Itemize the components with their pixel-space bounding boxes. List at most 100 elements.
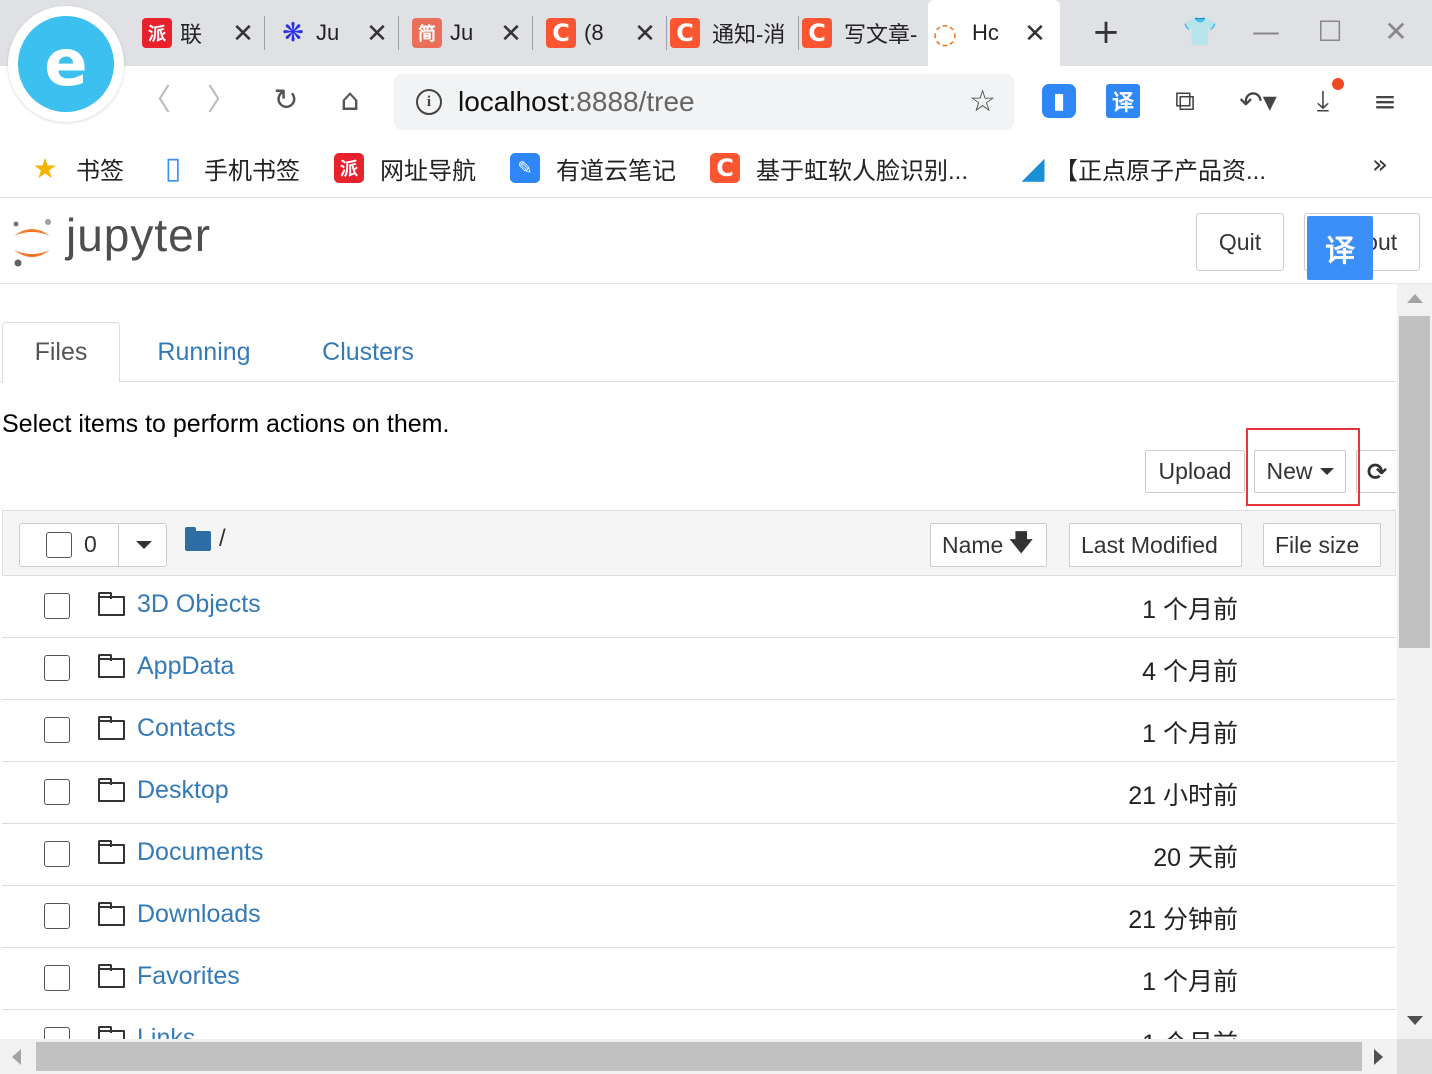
- sort-name-label: Name: [942, 531, 1004, 558]
- browser-tab[interactable]: 派 联 ✕: [142, 8, 254, 58]
- row-checkbox[interactable]: [44, 593, 70, 619]
- baidu-paw-icon: ❋: [282, 18, 304, 48]
- item-name-link[interactable]: Desktop: [137, 776, 229, 805]
- browser-tab[interactable]: ❋ Ju ✕: [278, 8, 388, 58]
- back-button[interactable]: 〈: [136, 82, 176, 122]
- reload-button[interactable]: ↻: [266, 82, 306, 122]
- bookmark-item[interactable]: 派 网址导航: [334, 150, 476, 186]
- scroll-down-arrow[interactable]: [1407, 1016, 1423, 1025]
- jupyter-logo-icon[interactable]: [10, 216, 54, 268]
- row-checkbox[interactable]: [44, 655, 70, 681]
- row-checkbox[interactable]: [44, 779, 70, 805]
- table-row[interactable]: Desktop 21 小时前: [2, 762, 1396, 824]
- bookmark-item[interactable]: ✎ 有道云笔记: [510, 150, 676, 186]
- jupyter-logo-text[interactable]: jupyter: [66, 208, 211, 262]
- table-row[interactable]: Links 1 个月前: [2, 1010, 1396, 1039]
- info-icon[interactable]: i: [416, 89, 442, 115]
- table-row[interactable]: Contacts 1 个月前: [2, 700, 1396, 762]
- undo-closed-tab-icon[interactable]: ↶▾: [1234, 84, 1282, 118]
- browser-tab-active[interactable]: ◌ Hc ✕: [928, 0, 1060, 66]
- quit-button[interactable]: Quit: [1196, 213, 1284, 271]
- csdn-icon: C: [710, 153, 740, 183]
- browser-tab[interactable]: C 通知-消: [670, 8, 796, 58]
- row-checkbox[interactable]: [44, 841, 70, 867]
- folder-icon: [98, 654, 125, 678]
- skin-icon[interactable]: 👕: [1178, 12, 1222, 54]
- row-checkbox[interactable]: [44, 1027, 70, 1039]
- scroll-right-arrow[interactable]: [1374, 1049, 1383, 1065]
- bookmark-item[interactable]: C 基于虹软人脸识别...: [710, 150, 968, 186]
- download-icon[interactable]: ⤓: [1306, 78, 1344, 118]
- vertical-scroll-thumb[interactable]: [1399, 316, 1430, 648]
- bookmark-item[interactable]: ◢ 【正点原子产品资...: [1018, 150, 1266, 186]
- item-name-link[interactable]: Favorites: [137, 962, 240, 991]
- menu-icon[interactable]: ≡: [1368, 84, 1402, 118]
- upload-button[interactable]: Upload: [1145, 450, 1245, 493]
- extensions-puzzle-icon[interactable]: ⧉: [1168, 84, 1202, 118]
- select-all-control[interactable]: 0: [19, 523, 167, 567]
- tab-files[interactable]: Files: [2, 322, 120, 383]
- vertical-scrollbar[interactable]: [1397, 284, 1432, 1039]
- tab-clusters[interactable]: Clusters: [302, 322, 434, 383]
- browser-tab[interactable]: C (8 ✕: [546, 8, 656, 58]
- address-bar[interactable]: i localhost:8888/tree ☆: [394, 74, 1014, 130]
- row-checkbox[interactable]: [44, 965, 70, 991]
- row-checkbox[interactable]: [44, 903, 70, 929]
- item-name-link[interactable]: Contacts: [137, 714, 236, 743]
- close-icon[interactable]: ✕: [1024, 18, 1046, 49]
- scroll-left-arrow[interactable]: [12, 1049, 21, 1065]
- bookmark-item[interactable]: ▯ 手机书签: [158, 150, 300, 186]
- item-name-link[interactable]: Links: [137, 1024, 195, 1039]
- close-icon[interactable]: ✕: [232, 18, 254, 49]
- close-icon[interactable]: ✕: [366, 18, 388, 49]
- mouse-extension-icon[interactable]: ▮: [1042, 84, 1076, 118]
- row-checkbox[interactable]: [44, 717, 70, 743]
- tab-title: Hc: [972, 20, 999, 45]
- bookmark-item[interactable]: ★ 书签: [30, 150, 124, 186]
- refresh-button[interactable]: ⟳: [1356, 450, 1396, 493]
- select-all-checkbox[interactable]: [46, 532, 72, 558]
- alientek-icon: ◢: [1021, 150, 1045, 186]
- sort-by-modified-button[interactable]: Last Modified: [1069, 523, 1242, 567]
- item-name-link[interactable]: Documents: [137, 838, 263, 867]
- item-name-link[interactable]: 3D Objects: [137, 590, 261, 619]
- browser-logo[interactable]: e: [8, 6, 124, 122]
- item-name-link[interactable]: Downloads: [137, 900, 261, 929]
- sort-by-size-button[interactable]: File size: [1263, 523, 1381, 567]
- close-icon[interactable]: ✕: [634, 18, 656, 49]
- window-close-button[interactable]: ✕: [1374, 12, 1418, 54]
- sort-by-name-button[interactable]: Name 🡇: [930, 523, 1047, 567]
- new-dropdown-button[interactable]: New: [1254, 450, 1346, 493]
- tab-separator: [666, 16, 667, 50]
- tab-title: Ju: [450, 20, 474, 45]
- folder-icon[interactable]: [185, 527, 211, 551]
- item-name-link[interactable]: AppData: [137, 652, 234, 681]
- table-row[interactable]: Downloads 21 分钟前: [2, 886, 1396, 948]
- scroll-up-arrow[interactable]: [1407, 294, 1423, 303]
- caret-down-icon: [135, 541, 152, 549]
- table-row[interactable]: 3D Objects 1 个月前: [2, 576, 1396, 638]
- horizontal-scrollbar[interactable]: [0, 1039, 1432, 1074]
- table-row[interactable]: Favorites 1 个月前: [2, 948, 1396, 1010]
- table-row[interactable]: Documents 20 天前: [2, 824, 1396, 886]
- maximize-button[interactable]: ☐: [1308, 12, 1352, 54]
- browser-tab[interactable]: 简 Ju ✕: [412, 8, 522, 58]
- forward-button[interactable]: 〉: [202, 82, 242, 122]
- tab-running[interactable]: Running: [138, 322, 270, 383]
- close-icon[interactable]: ✕: [500, 18, 522, 49]
- translate-popup-icon[interactable]: 译: [1307, 216, 1373, 280]
- browser-tab[interactable]: C 写文章-: [802, 8, 926, 58]
- new-tab-button[interactable]: +: [1085, 12, 1127, 54]
- table-row[interactable]: AppData 4 个月前: [2, 638, 1396, 700]
- home-button[interactable]: ⌂: [330, 82, 370, 122]
- breadcrumb-root[interactable]: /: [219, 525, 226, 553]
- browser-window: e 派 联 ✕ ❋ Ju ✕ 简 Ju ✕ C (8 ✕ C 通知-消 C 写文…: [0, 0, 1432, 1074]
- more-bookmarks-button[interactable]: »: [1372, 150, 1388, 180]
- minimize-button[interactable]: —: [1244, 12, 1288, 54]
- translate-extension-icon[interactable]: 译: [1106, 84, 1140, 118]
- jianshu-icon: 简: [412, 18, 442, 48]
- bookmark-star-icon[interactable]: ☆: [969, 84, 996, 119]
- horizontal-scroll-thumb[interactable]: [36, 1042, 1362, 1071]
- select-menu-caret[interactable]: [118, 524, 168, 566]
- bookmarks-bar: ★ 书签 ▯ 手机书签 派 网址导航 ✎ 有道云笔记 C 基于虹软人脸识别...…: [0, 138, 1432, 198]
